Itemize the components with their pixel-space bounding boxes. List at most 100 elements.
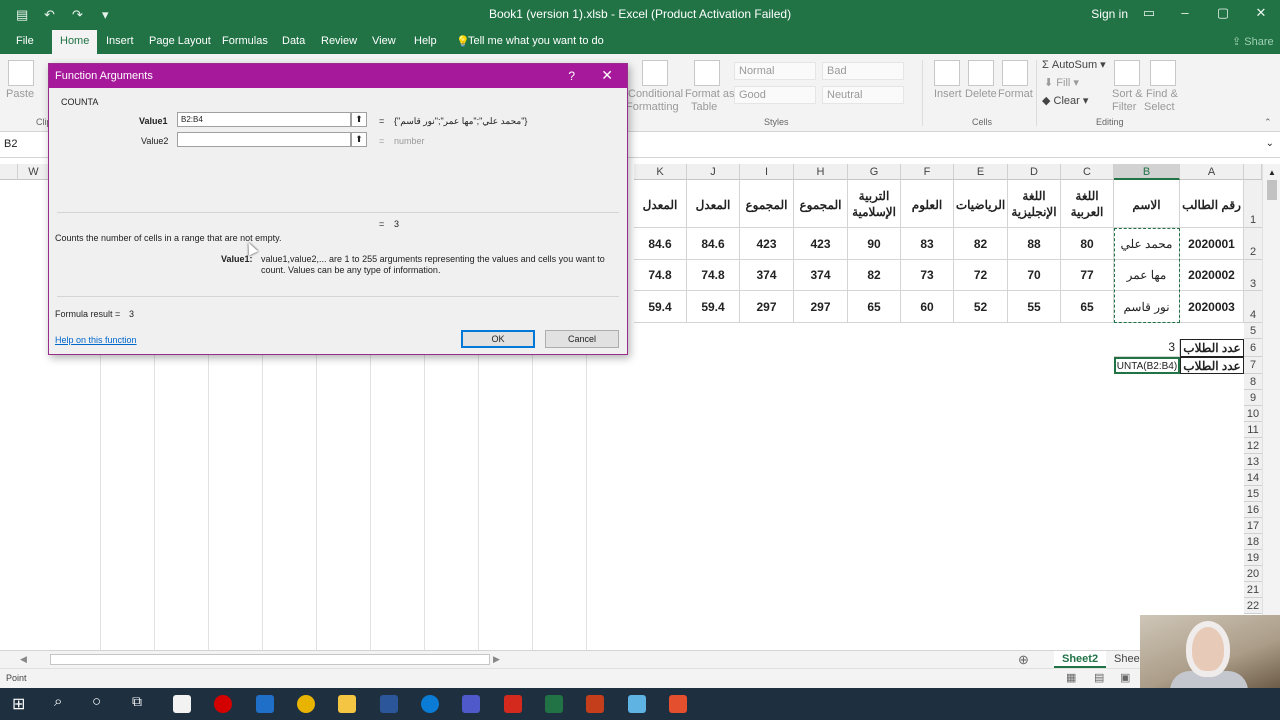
cell-h1[interactable]: المجموع <box>794 180 848 228</box>
cell-k4[interactable]: 59.4 <box>634 291 687 323</box>
tab-home[interactable]: Home <box>52 30 98 54</box>
sort-filter-icon[interactable] <box>1114 60 1140 86</box>
tab-file[interactable]: File <box>16 35 34 47</box>
row-header[interactable]: 19 <box>1244 550 1262 566</box>
row-header[interactable]: 1 <box>1244 180 1262 228</box>
horizontal-scrollbar[interactable] <box>50 654 490 665</box>
conditional-formatting-button[interactable]: Conditional <box>628 88 683 100</box>
new-sheet-icon[interactable]: ⊕ <box>1018 652 1029 668</box>
column-header-d[interactable]: D <box>1008 164 1061 180</box>
delete-cells-icon[interactable] <box>968 60 994 86</box>
scroll-left-icon[interactable]: ◀ <box>20 654 27 665</box>
find-select-button[interactable]: Find & <box>1146 88 1178 100</box>
conditional-formatting-icon[interactable] <box>642 60 668 86</box>
chrome-icon[interactable] <box>297 695 315 713</box>
insert-cells-button[interactable]: Insert <box>934 88 962 100</box>
cell-j4[interactable]: 59.4 <box>687 291 740 323</box>
format-cells-icon[interactable] <box>1002 60 1028 86</box>
row-header[interactable]: 2 <box>1244 228 1262 260</box>
teams-icon[interactable] <box>462 695 480 713</box>
value1-input[interactable]: B2:B4 <box>177 112 351 127</box>
cell-k2[interactable]: 84.6 <box>634 228 687 260</box>
row-header[interactable]: 4 <box>1244 291 1262 323</box>
row-header[interactable]: 16 <box>1244 502 1262 518</box>
cell-h4[interactable]: 297 <box>794 291 848 323</box>
page-layout-view-icon[interactable]: ▤ <box>1094 671 1104 684</box>
row-header[interactable]: 15 <box>1244 486 1262 502</box>
row-header[interactable]: 3 <box>1244 260 1262 291</box>
cell-i3[interactable]: 374 <box>740 260 794 291</box>
row-header[interactable]: 18 <box>1244 534 1262 550</box>
tab-view[interactable]: View <box>372 35 396 47</box>
cell-h3[interactable]: 374 <box>794 260 848 291</box>
cell-d4[interactable]: 55 <box>1008 291 1061 323</box>
column-header-h[interactable]: H <box>794 164 848 180</box>
column-header-e[interactable]: E <box>954 164 1008 180</box>
search-icon[interactable]: ⌕ <box>54 693 62 710</box>
ribbon-display-icon[interactable]: ▭ <box>1134 5 1164 21</box>
cell-f1[interactable]: العلوم <box>901 180 954 228</box>
row-header[interactable]: 11 <box>1244 422 1262 438</box>
powerpoint-icon[interactable] <box>586 695 604 713</box>
dialog-title-bar[interactable]: Function Arguments ? ✕ <box>49 64 627 88</box>
scroll-right-icon[interactable]: ▶ <box>493 654 500 665</box>
column-header-k[interactable]: K <box>634 164 687 180</box>
row-header[interactable]: 10 <box>1244 406 1262 422</box>
row-header[interactable]: 14 <box>1244 470 1262 486</box>
row-header[interactable]: 20 <box>1244 566 1262 582</box>
cell-i2[interactable]: 423 <box>740 228 794 260</box>
cell-c2[interactable]: 80 <box>1061 228 1114 260</box>
column-header-w[interactable]: W <box>18 164 50 180</box>
share-button[interactable]: ⇪ Share <box>1232 35 1274 48</box>
collapse-ribbon-icon[interactable]: ⌃ <box>1264 117 1272 128</box>
cell-j2[interactable]: 84.6 <box>687 228 740 260</box>
paste-icon[interactable] <box>8 60 34 86</box>
cell-a1[interactable]: رقم الطالب <box>1180 180 1244 228</box>
cell-b7-editing[interactable]: UNTA(B2:B4) <box>1114 357 1180 374</box>
task-view-icon[interactable]: ⧉ <box>132 693 142 710</box>
tab-review[interactable]: Review <box>321 35 357 47</box>
cell-a4[interactable]: 2020003 <box>1180 291 1244 323</box>
store-icon[interactable] <box>173 695 191 713</box>
cell-k3[interactable]: 74.8 <box>634 260 687 291</box>
cell-f4[interactable]: 60 <box>901 291 954 323</box>
cell-g2[interactable]: 90 <box>848 228 901 260</box>
snipping-tool-icon[interactable] <box>628 695 646 713</box>
value2-input[interactable] <box>177 132 351 147</box>
sheet-tab-sheet2[interactable]: Sheet2 <box>1054 651 1107 668</box>
expand-formula-bar-icon[interactable]: ⌄ <box>1266 138 1274 149</box>
cell-a6[interactable]: عدد الطلاب <box>1180 339 1244 357</box>
opera-icon[interactable] <box>214 695 232 713</box>
collapse-dialog-icon[interactable]: ⬆ <box>351 132 367 147</box>
cell-d2[interactable]: 88 <box>1008 228 1061 260</box>
delete-cells-button[interactable]: Delete <box>965 88 997 100</box>
windows-start-icon[interactable]: ⊞ <box>12 694 25 714</box>
tab-help[interactable]: Help <box>414 35 437 47</box>
row-header[interactable]: 6 <box>1244 339 1262 357</box>
clear-button[interactable]: ◆ Clear ▾ <box>1042 94 1088 107</box>
edge-icon[interactable] <box>421 695 439 713</box>
maximize-icon[interactable]: ▢ <box>1208 5 1238 21</box>
vertical-scrollbar[interactable]: ▲ <box>1262 164 1280 650</box>
sort-filter-button[interactable]: Sort & <box>1112 88 1143 100</box>
column-header-j[interactable]: J <box>687 164 740 180</box>
word-icon[interactable] <box>380 695 398 713</box>
cell-c4[interactable]: 65 <box>1061 291 1114 323</box>
cell-j1[interactable]: المعدل <box>687 180 740 228</box>
close-window-icon[interactable]: ✕ <box>1246 5 1276 21</box>
format-as-table-icon[interactable] <box>694 60 720 86</box>
tell-me-search[interactable]: Tell me what you want to do <box>468 35 604 47</box>
cell-e1[interactable]: الرياضيات <box>954 180 1008 228</box>
cell-j3[interactable]: 74.8 <box>687 260 740 291</box>
cell-k1[interactable]: المعدل <box>634 180 687 228</box>
row-header[interactable]: 17 <box>1244 518 1262 534</box>
help-on-function-link[interactable]: Help on this function <box>55 335 137 345</box>
mail-icon[interactable] <box>256 695 274 713</box>
cell-i1[interactable]: المجموع <box>740 180 794 228</box>
sheet-tab-next[interactable]: Shee <box>1114 653 1140 665</box>
insert-cells-icon[interactable] <box>934 60 960 86</box>
tab-formulas[interactable]: Formulas <box>222 35 268 47</box>
paste-button[interactable]: Paste <box>6 88 34 100</box>
minimize-icon[interactable]: – <box>1170 5 1200 20</box>
cell-c1[interactable]: اللغة العربية <box>1061 180 1114 228</box>
